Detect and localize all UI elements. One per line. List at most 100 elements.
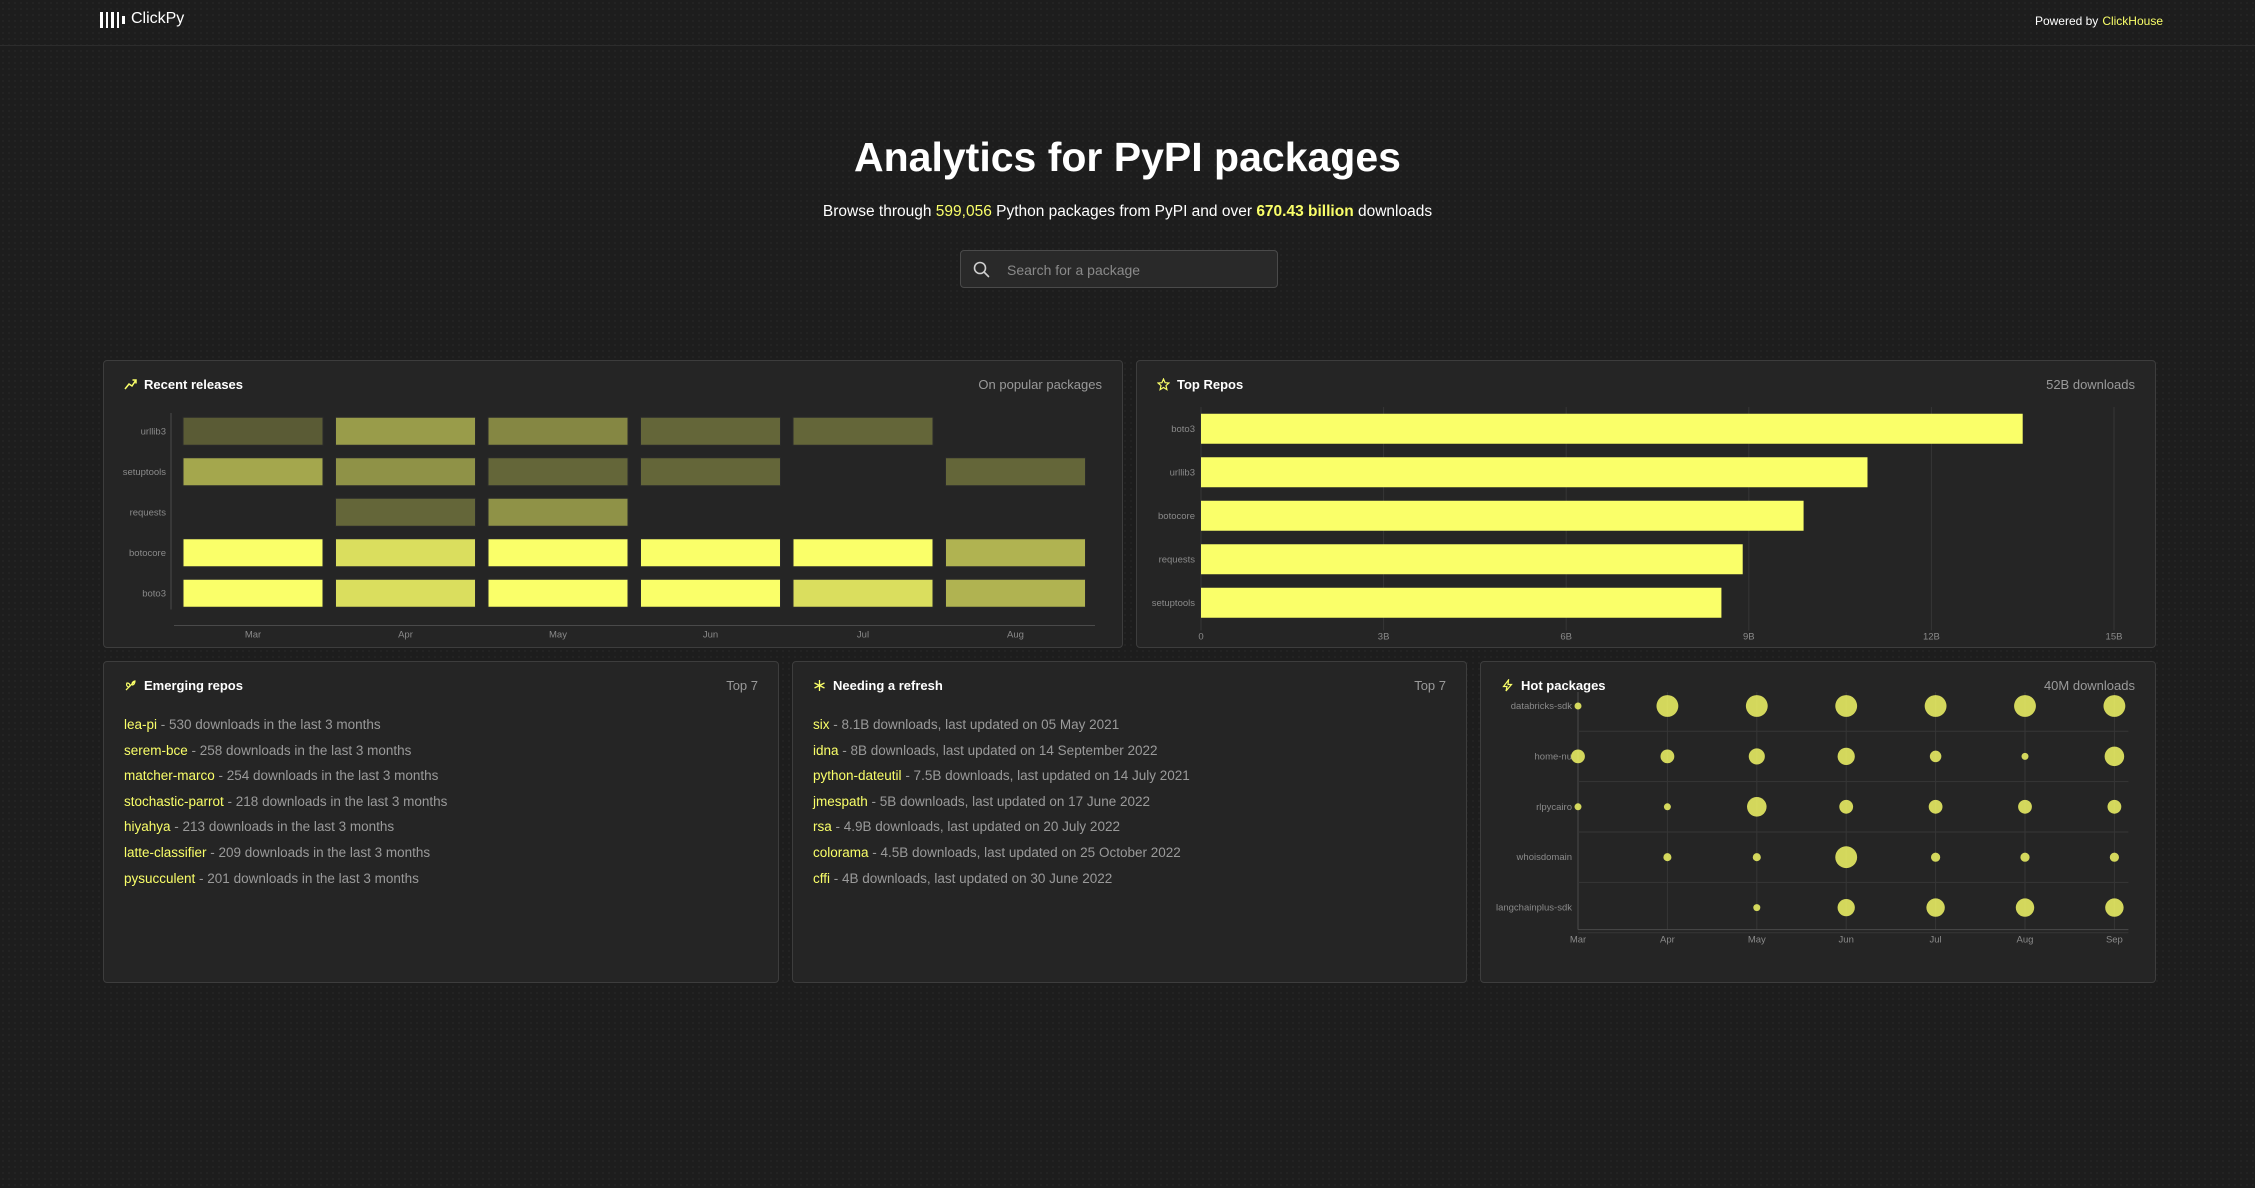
emerging-repos-card: Emerging repos Top 7 lea-pi - 530 downlo… xyxy=(103,661,779,983)
bar xyxy=(1201,544,1743,575)
bubble xyxy=(1928,799,1943,814)
bubble xyxy=(1660,749,1675,764)
package-link[interactable]: rsa xyxy=(813,819,832,834)
y-tick-label: requests xyxy=(1159,554,1196,565)
heat-cell xyxy=(792,578,934,608)
heat-cell xyxy=(182,416,324,446)
bubble xyxy=(1663,853,1672,862)
heat-cell xyxy=(640,457,781,487)
refresh-meta: Top 7 xyxy=(1414,678,1446,693)
y-tick-label: whoisdomain xyxy=(1516,852,1572,863)
package-desc: - 8.1B downloads, last updated on 05 May… xyxy=(829,717,1120,732)
list-item: pysucculent - 201 downloads in the last … xyxy=(124,866,447,892)
bar xyxy=(1201,587,1722,618)
clickpy-logo[interactable]: ClickPy xyxy=(100,10,184,28)
y-tick-label: rlpycairo xyxy=(1536,802,1572,813)
x-tick-label: 9B xyxy=(1743,632,1755,643)
package-link[interactable]: cffi xyxy=(813,871,830,886)
bubble xyxy=(2105,898,2124,917)
heat-cell xyxy=(640,578,781,608)
package-link[interactable]: pysucculent xyxy=(124,871,195,886)
bubble xyxy=(1839,799,1854,814)
bubble xyxy=(1837,898,1855,917)
hot-packages-chart: Mar Apr May Jun Jul Aug Sep databricks-sdk home-… xyxy=(1496,692,2129,946)
package-link[interactable]: latte-classifier xyxy=(124,845,207,860)
bubble xyxy=(1752,853,1761,862)
heat-cell xyxy=(335,497,476,527)
clickhouse-link[interactable]: ClickHouse xyxy=(2102,14,2163,28)
y-tick-label: urllib3 xyxy=(141,426,166,437)
x-tick-label: 12B xyxy=(1923,632,1940,643)
heat-cell xyxy=(640,538,781,568)
package-desc: - 530 downloads in the last 3 months xyxy=(157,717,381,732)
y-tick-label: setuptools xyxy=(123,467,167,478)
bubble xyxy=(2020,852,2030,862)
heat-cell xyxy=(182,538,324,568)
card-title: Emerging repos xyxy=(124,678,243,693)
package-desc: - 5B downloads, last updated on 17 June … xyxy=(867,793,1150,809)
asterisk-icon xyxy=(814,680,825,691)
emerging-meta: Top 7 xyxy=(726,678,758,693)
bubble xyxy=(2104,746,2125,767)
package-link[interactable]: hiyahya xyxy=(124,819,171,834)
bubble xyxy=(2018,799,2032,814)
x-tick-label: 6B xyxy=(1560,632,1572,643)
bubble xyxy=(1931,852,1941,862)
list-item: lea-pi - 530 downloads in the last 3 mon… xyxy=(124,712,447,738)
bubble xyxy=(2014,695,2036,717)
bubble xyxy=(1929,750,1942,763)
bubble xyxy=(1748,748,1765,765)
heat-cell xyxy=(945,578,1086,608)
recent-releases-chart: urllib3 setuptools requests botocore boto3 Ma… xyxy=(123,413,1095,641)
package-desc: - 209 downloads in the last 3 months xyxy=(206,844,431,860)
heat-cell xyxy=(945,538,1086,568)
heat-cell xyxy=(640,416,781,446)
package-link[interactable]: jmespath xyxy=(813,794,868,809)
x-tick-label: Aug xyxy=(2017,935,2034,946)
x-tick-label: 0 xyxy=(1198,632,1203,643)
top-repos-chart: 0 3B 6B 9B 12B 15B boto3 urllib3 botocore request… xyxy=(1152,407,2122,643)
y-tick-label: boto3 xyxy=(142,588,166,599)
bar xyxy=(1201,457,1868,488)
bubble xyxy=(1837,747,1855,766)
package-link[interactable]: lea-pi xyxy=(124,717,157,732)
bubble xyxy=(1924,695,1947,717)
package-link[interactable]: stochastic-parrot xyxy=(124,794,224,809)
recent-releases-card: Recent releases On popular packages urll… xyxy=(103,360,1123,648)
list-item: hiyahya - 213 downloads in the last 3 mo… xyxy=(124,814,447,840)
heat-cell xyxy=(182,457,324,487)
logo-text: ClickPy xyxy=(130,10,185,27)
search-icon xyxy=(973,261,990,278)
bubble xyxy=(2015,898,2035,917)
y-tick-label: setuptools xyxy=(1152,598,1196,609)
package-link[interactable]: serem-bce xyxy=(124,743,188,758)
heat-cell xyxy=(335,457,476,487)
package-link[interactable]: colorama xyxy=(813,845,869,860)
needing-refresh-card: Needing a refresh Top 7 six - 8.1B downl… xyxy=(792,661,1467,983)
heat-cell xyxy=(792,538,934,568)
y-tick-label: boto3 xyxy=(1171,424,1195,435)
search-box[interactable] xyxy=(960,250,1278,289)
sprout-icon xyxy=(125,680,136,691)
package-link[interactable]: six xyxy=(813,717,830,732)
bubble xyxy=(1663,803,1671,811)
hero-subtitle: Browse through 599,056 Python packages f… xyxy=(0,203,2255,221)
x-tick-label: Mar xyxy=(1570,935,1586,946)
x-tick-label: Apr xyxy=(398,630,413,641)
x-tick-label: Sep xyxy=(2106,935,2123,946)
refresh-title: Needing a refresh xyxy=(833,678,943,693)
heat-cell xyxy=(487,457,629,487)
x-tick-label: 3B xyxy=(1378,632,1390,643)
package-link[interactable]: idna xyxy=(813,743,839,758)
x-tick-label: Jul xyxy=(857,630,869,641)
package-link[interactable]: python-dateutil xyxy=(813,768,902,783)
package-desc: - 213 downloads in the last 3 months xyxy=(170,819,395,835)
page-title: Analytics for PyPI packages xyxy=(854,134,1401,180)
y-tick-label: langchainplus-sdk xyxy=(1496,903,1572,914)
heat-cell xyxy=(487,497,629,527)
bubble xyxy=(1835,695,1858,717)
sub-suffix: downloads xyxy=(1353,203,1433,220)
search-input[interactable] xyxy=(1005,251,1269,289)
list-item: serem-bce - 258 downloads in the last 3 … xyxy=(124,738,447,764)
package-link[interactable]: matcher-marco xyxy=(124,768,215,783)
